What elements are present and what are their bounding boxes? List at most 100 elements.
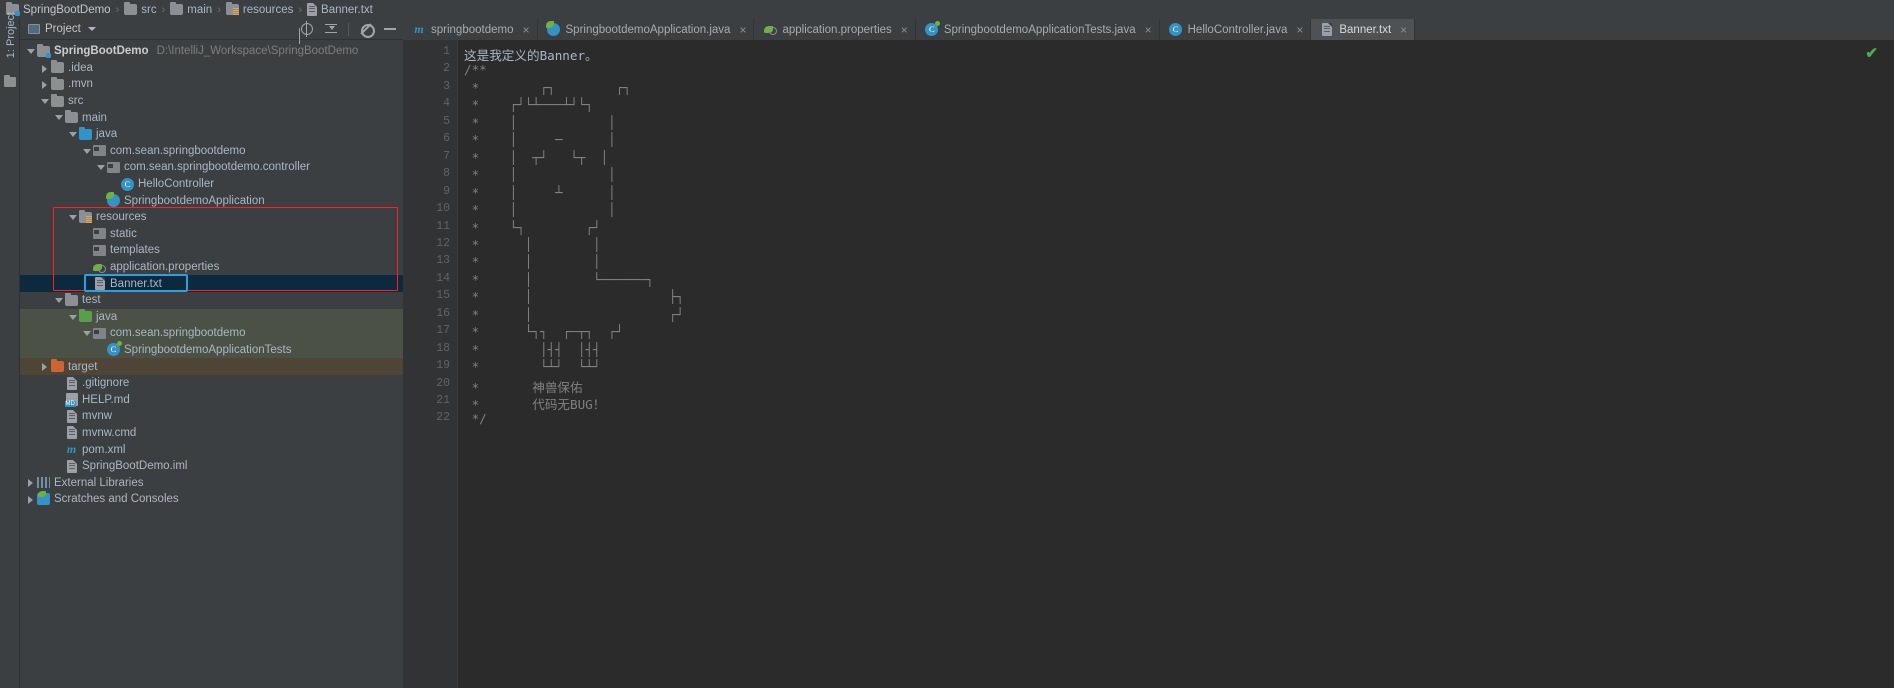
- tree-row-mvnw-cmd[interactable]: mvnw.cmd: [20, 425, 403, 442]
- tree-row-springbootdemo-iml[interactable]: SpringBootDemo.iml: [20, 458, 403, 475]
- tree-row-com-sean-springbootdemo-controller[interactable]: com.sean.springbootdemo.controller: [20, 159, 403, 176]
- tree-row--gitignore[interactable]: .gitignore: [20, 375, 403, 392]
- editor-tab-hellocontroller-java[interactable]: C HelloController.java ×: [1159, 19, 1312, 40]
- package-icon: [93, 244, 106, 256]
- tree-row-hellocontroller[interactable]: C HelloController: [20, 176, 403, 193]
- tree-row-java[interactable]: java: [20, 308, 403, 326]
- tree-row-springbootdemoapplicationtests[interactable]: C SpringbootdemoApplicationTests: [20, 341, 403, 359]
- editor-scrollbar[interactable]: ✔: [1865, 40, 1894, 688]
- chevron-down-icon[interactable]: [26, 43, 36, 60]
- breadcrumb-item-label: SpringBootDemo: [23, 3, 111, 16]
- chevron-down-icon[interactable]: [54, 109, 64, 126]
- tree-row-resources[interactable]: resources: [20, 209, 403, 226]
- tree-row-icon: [50, 93, 65, 107]
- spring-test-class-icon: C: [107, 341, 122, 357]
- chevron-down-icon[interactable]: [96, 159, 106, 176]
- chevron-down-icon[interactable]: [82, 325, 92, 342]
- tree-row-banner-txt[interactable]: Banner.txt: [20, 275, 403, 292]
- close-icon[interactable]: ×: [1296, 23, 1303, 37]
- maven-icon: m: [414, 22, 424, 36]
- tree-row--mvn[interactable]: .mvn: [20, 76, 403, 93]
- locate-file-icon[interactable]: [300, 21, 314, 37]
- breadcrumb-separator: ›: [161, 3, 166, 16]
- chevron-down-icon[interactable]: [68, 309, 78, 326]
- inspection-ok-icon[interactable]: ✔: [1865, 44, 1878, 62]
- code-content[interactable]: 这是我定义的Banner。/** * ┌┐ ┌┐ * ┌┘└┴───┴┘└┐ *…: [458, 40, 1894, 688]
- tree-row-scratches-and-consoles[interactable]: Scratches and Consoles: [20, 491, 403, 508]
- close-icon[interactable]: ×: [901, 23, 908, 37]
- hide-panel-icon[interactable]: [383, 22, 397, 36]
- line-number: 19: [436, 359, 450, 373]
- tree-row-com-sean-springbootdemo[interactable]: com.sean.springbootdemo: [20, 325, 403, 342]
- tree-row-label: target: [68, 360, 98, 373]
- code-editor[interactable]: 1 2 3 4 5 6 7 8 9 10 11 12 13 14 15 16 17 18 19 20 21 22 这是我定…: [403, 40, 1894, 688]
- close-icon[interactable]: ×: [1400, 23, 1407, 37]
- chevron-right-icon[interactable]: [40, 60, 50, 77]
- line-number: 13: [436, 254, 450, 268]
- chevron-right-icon[interactable]: [40, 76, 50, 93]
- code-line: * ┌┐ ┌┐: [464, 79, 631, 95]
- tab-icon: [546, 21, 561, 37]
- target-folder-icon: [51, 359, 64, 373]
- project-panel-title: Project: [45, 23, 81, 35]
- tree-row-external-libraries[interactable]: External Libraries: [20, 474, 403, 491]
- tree-row-label: SpringbootdemoApplicationTests: [124, 343, 292, 356]
- tree-row-label: pom.xml: [82, 443, 126, 456]
- breadcrumb-separator: ›: [115, 3, 120, 16]
- tree-row-static[interactable]: static: [20, 226, 403, 243]
- editor-tab-springbootdemoapplicationtests-java[interactable]: C SpringbootdemoApplicationTests.java ×: [915, 19, 1160, 40]
- tree-row-label: HELP.md: [82, 393, 130, 406]
- editor-tab-springbootdemoapplication-java[interactable]: SpringbootdemoApplication.java ×: [537, 19, 755, 40]
- chevron-down-icon[interactable]: [68, 126, 78, 143]
- close-icon[interactable]: ×: [739, 23, 746, 37]
- breadcrumb-item-0[interactable]: SpringBootDemo: [6, 0, 111, 19]
- editor-tab-bar: m springbootdemo × SpringbootdemoApplicatio…: [403, 19, 1894, 40]
- tree-row-src[interactable]: src: [20, 93, 403, 110]
- line-number: 9: [443, 184, 450, 198]
- editor-tab-application-properties[interactable]: application.properties ×: [754, 19, 916, 40]
- chevron-right-icon[interactable]: [26, 491, 36, 508]
- chevron-down-icon[interactable]: [40, 93, 50, 110]
- chevron-down-icon[interactable]: [68, 209, 78, 226]
- tree-row-help-md[interactable]: HELP.md: [20, 391, 403, 408]
- tree-row-pom-xml[interactable]: m pom.xml: [20, 441, 403, 458]
- tree-row-com-sean-springbootdemo[interactable]: com.sean.springbootdemo: [20, 143, 403, 160]
- tree-row-java[interactable]: java: [20, 126, 403, 143]
- tree-row-icon: [64, 110, 79, 124]
- tree-row-application-properties[interactable]: application.properties: [20, 259, 403, 276]
- spring-properties-icon: [763, 24, 777, 35]
- folder-icon: [51, 93, 64, 107]
- tree-row-springbootdemo[interactable]: SpringBootDemo D:\IntelliJ_Workspace\Spri…: [20, 43, 403, 60]
- chevron-down-icon[interactable]: [87, 27, 96, 31]
- breadcrumb-item-4[interactable]: Banner.txt: [307, 0, 373, 19]
- chevron-right-icon[interactable]: [40, 358, 50, 375]
- tree-row-templates[interactable]: templates: [20, 242, 403, 259]
- chevron-down-icon[interactable]: [54, 292, 64, 309]
- breadcrumb-item-3[interactable]: resources: [225, 0, 293, 19]
- tree-row-label: static: [110, 227, 137, 240]
- tree-row-path: D:\IntelliJ_Workspace\SpringBootDemo: [156, 45, 359, 58]
- chevron-right-icon[interactable]: [26, 474, 36, 491]
- tree-row--idea[interactable]: .idea: [20, 60, 403, 77]
- file-icon: [94, 277, 105, 291]
- tree-row-test[interactable]: test: [20, 292, 403, 309]
- editor-tab-springbootdemo[interactable]: m springbootdemo ×: [403, 19, 538, 40]
- code-line: * │ │: [464, 236, 601, 252]
- close-icon[interactable]: ×: [1145, 23, 1152, 37]
- sidebar-tab-project[interactable]: 1: Project: [1, 7, 21, 63]
- breadcrumb-item-2[interactable]: main: [170, 0, 212, 19]
- gear-icon[interactable]: [359, 22, 375, 38]
- tree-row-springbootdemoapplication[interactable]: SpringbootdemoApplication: [20, 192, 403, 209]
- breadcrumb-item-1[interactable]: src: [124, 0, 157, 19]
- tree-row-main[interactable]: main: [20, 109, 403, 126]
- tree-row-target[interactable]: target: [20, 358, 403, 375]
- collapse-all-icon[interactable]: [324, 22, 338, 36]
- tree-row-mvnw[interactable]: mvnw: [20, 408, 403, 425]
- close-icon[interactable]: ×: [522, 23, 529, 37]
- markdown-icon: [64, 393, 78, 408]
- project-tree[interactable]: SpringBootDemo D:\IntelliJ_Workspace\Spri…: [20, 40, 403, 508]
- editor-tab-banner-txt[interactable]: Banner.txt ×: [1311, 19, 1416, 40]
- tree-row-icon: [50, 76, 65, 90]
- chevron-down-icon[interactable]: [82, 143, 92, 160]
